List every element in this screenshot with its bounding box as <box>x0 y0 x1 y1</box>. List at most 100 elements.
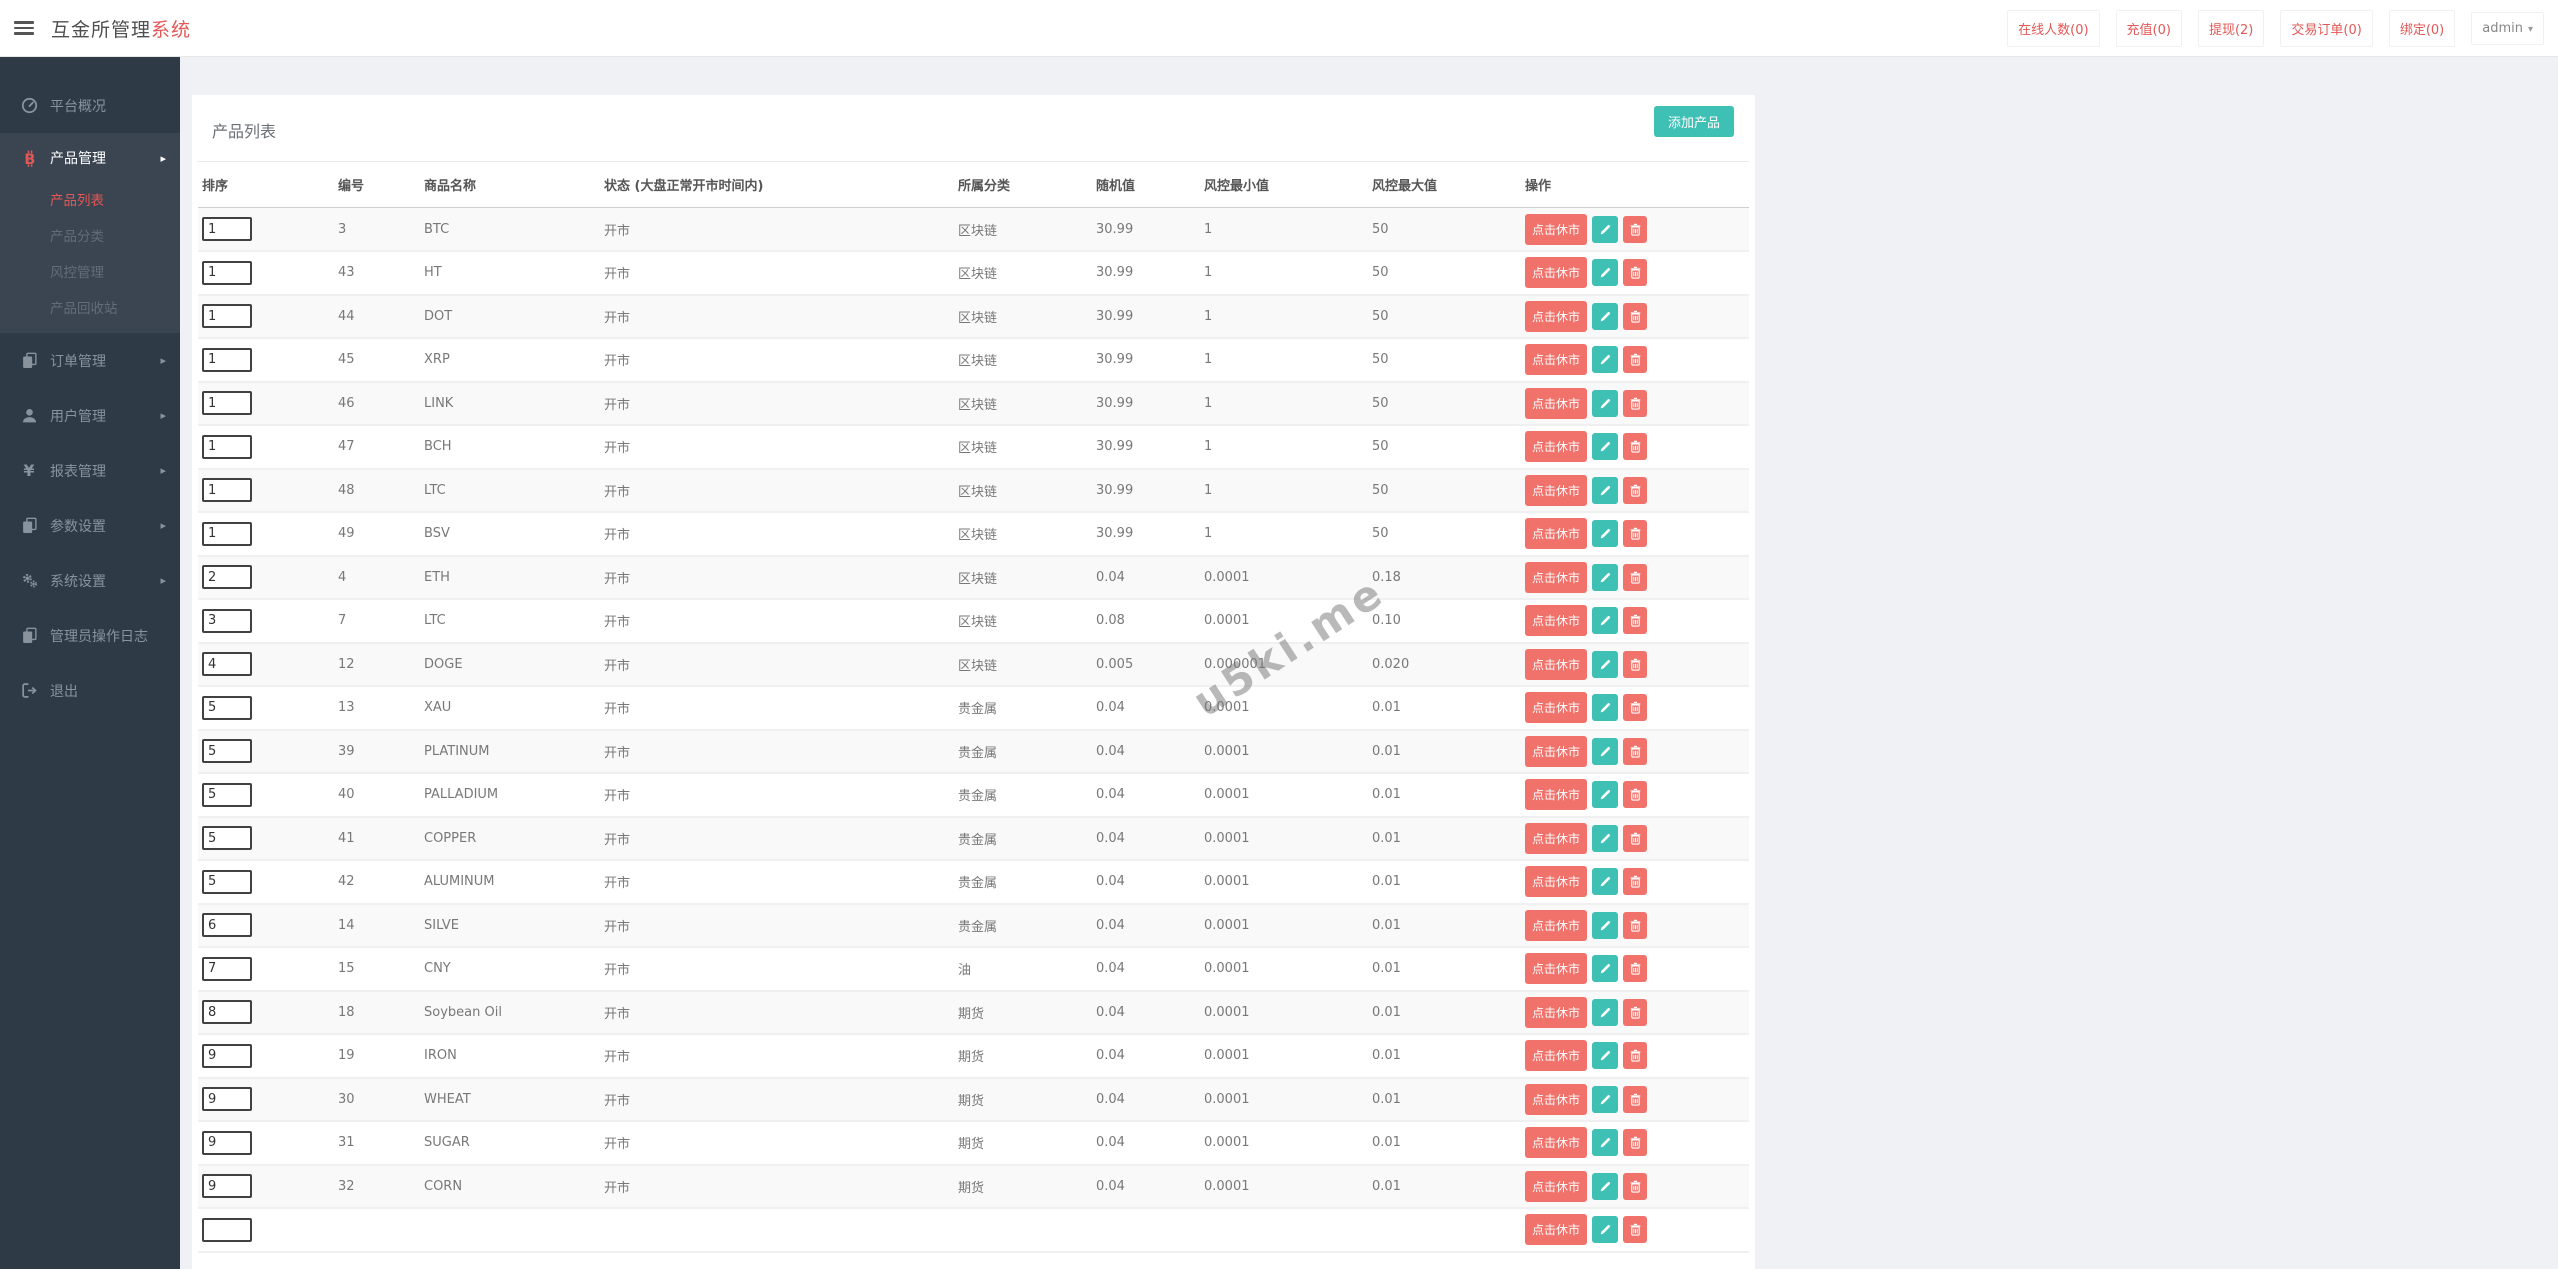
sidebar-item-admin-log[interactable]: 管理员操作日志 <box>0 608 180 663</box>
sidebar-item-parameters[interactable]: 参数设置 ▸ <box>0 498 180 553</box>
edit-button[interactable] <box>1592 302 1619 330</box>
suspend-button[interactable]: 点击休市 <box>1525 1083 1588 1115</box>
delete-button[interactable] <box>1623 520 1648 548</box>
delete-button[interactable] <box>1623 563 1648 591</box>
edit-button[interactable] <box>1592 694 1619 722</box>
sort-input[interactable] <box>202 913 252 938</box>
delete-button[interactable] <box>1623 476 1648 504</box>
sidebar-item-product-list[interactable]: 产品列表 <box>0 183 180 219</box>
suspend-button[interactable]: 点击休市 <box>1525 1127 1588 1159</box>
suspend-button[interactable]: 点击休市 <box>1525 692 1588 724</box>
suspend-button[interactable]: 点击休市 <box>1525 1040 1588 1072</box>
sort-input[interactable] <box>202 869 252 894</box>
sidebar-item-orders[interactable]: 订单管理 ▸ <box>0 333 180 388</box>
bind-link[interactable]: 绑定(0) <box>2388 9 2456 47</box>
delete-button[interactable] <box>1623 911 1648 939</box>
online-users-link[interactable]: 在线人数(0) <box>2007 9 2100 47</box>
sort-input[interactable] <box>202 260 252 285</box>
sort-input[interactable] <box>202 478 252 503</box>
recharge-link[interactable]: 充值(0) <box>2115 9 2182 47</box>
suspend-button[interactable]: 点击休市 <box>1525 648 1588 680</box>
suspend-button[interactable]: 点击休市 <box>1525 300 1588 332</box>
trade-orders-link[interactable]: 交易订单(0) <box>2280 9 2373 47</box>
sort-input[interactable] <box>202 304 252 329</box>
sort-input[interactable] <box>202 347 252 372</box>
edit-button[interactable] <box>1592 1042 1619 1070</box>
edit-button[interactable] <box>1592 1085 1619 1113</box>
suspend-button[interactable]: 点击休市 <box>1525 213 1588 245</box>
delete-button[interactable] <box>1623 1172 1648 1200</box>
sort-input[interactable] <box>202 1217 252 1242</box>
delete-button[interactable] <box>1623 433 1648 461</box>
sort-input[interactable] <box>202 434 252 459</box>
suspend-button[interactable]: 点击休市 <box>1525 779 1588 811</box>
delete-button[interactable] <box>1623 824 1648 852</box>
edit-button[interactable] <box>1592 1172 1619 1200</box>
delete-button[interactable] <box>1623 694 1648 722</box>
edit-button[interactable] <box>1592 998 1619 1026</box>
sidebar-item-reports[interactable]: ¥ 报表管理 ▸ <box>0 443 180 498</box>
delete-button[interactable] <box>1623 737 1648 765</box>
edit-button[interactable] <box>1592 215 1619 243</box>
delete-button[interactable] <box>1623 389 1648 417</box>
sidebar-item-dashboard[interactable]: 平台概况 <box>0 78 180 133</box>
sort-input[interactable] <box>202 1174 252 1199</box>
sort-input[interactable] <box>202 391 252 416</box>
edit-button[interactable] <box>1592 781 1619 809</box>
edit-button[interactable] <box>1592 563 1619 591</box>
suspend-button[interactable]: 点击休市 <box>1525 735 1588 767</box>
edit-button[interactable] <box>1592 824 1619 852</box>
sort-input[interactable] <box>202 956 252 981</box>
sort-input[interactable] <box>202 1130 252 1155</box>
edit-button[interactable] <box>1592 259 1619 287</box>
sort-input[interactable] <box>202 217 252 241</box>
delete-button[interactable] <box>1623 302 1648 330</box>
delete-button[interactable] <box>1623 781 1648 809</box>
suspend-button[interactable]: 点击休市 <box>1525 387 1588 419</box>
delete-button[interactable] <box>1623 1129 1648 1157</box>
suspend-button[interactable]: 点击休市 <box>1525 1170 1588 1202</box>
edit-button[interactable] <box>1592 955 1619 983</box>
sort-input[interactable] <box>202 1000 252 1025</box>
sort-input[interactable] <box>202 652 252 677</box>
edit-button[interactable] <box>1592 737 1619 765</box>
withdraw-link[interactable]: 提现(2) <box>2197 9 2265 47</box>
menu-toggle-icon[interactable] <box>14 21 34 35</box>
suspend-button[interactable]: 点击休市 <box>1525 344 1588 376</box>
suspend-button[interactable]: 点击休市 <box>1525 996 1588 1028</box>
sort-input[interactable] <box>202 521 252 546</box>
suspend-button[interactable]: 点击休市 <box>1525 953 1588 985</box>
sort-input[interactable] <box>202 565 252 590</box>
delete-button[interactable] <box>1623 650 1648 678</box>
delete-button[interactable] <box>1623 607 1648 635</box>
sort-input[interactable] <box>202 739 252 764</box>
delete-button[interactable] <box>1623 215 1648 243</box>
delete-button[interactable] <box>1623 955 1648 983</box>
edit-button[interactable] <box>1592 433 1619 461</box>
add-product-button[interactable]: 添加产品 <box>1653 106 1734 137</box>
sidebar-item-product-recycle[interactable]: 产品回收站 <box>0 291 180 327</box>
suspend-button[interactable]: 点击休市 <box>1525 605 1588 637</box>
suspend-button[interactable]: 点击休市 <box>1525 474 1588 506</box>
sort-input[interactable] <box>202 1087 252 1112</box>
edit-button[interactable] <box>1592 1216 1619 1244</box>
suspend-button[interactable]: 点击休市 <box>1525 561 1588 593</box>
sidebar-item-logout[interactable]: 退出 <box>0 663 180 718</box>
edit-button[interactable] <box>1592 1129 1619 1157</box>
delete-button[interactable] <box>1623 998 1648 1026</box>
admin-menu[interactable]: admin ▾ <box>2471 11 2544 45</box>
suspend-button[interactable]: 点击休市 <box>1525 866 1588 898</box>
edit-button[interactable] <box>1592 607 1619 635</box>
suspend-button[interactable]: 点击休市 <box>1525 1214 1588 1246</box>
edit-button[interactable] <box>1592 346 1619 374</box>
suspend-button[interactable]: 点击休市 <box>1525 431 1588 463</box>
edit-button[interactable] <box>1592 389 1619 417</box>
sidebar-item-risk-management[interactable]: 风控管理 <box>0 255 180 291</box>
sort-input[interactable] <box>202 1043 252 1068</box>
delete-button[interactable] <box>1623 1085 1648 1113</box>
suspend-button[interactable]: 点击休市 <box>1525 909 1588 941</box>
edit-button[interactable] <box>1592 476 1619 504</box>
edit-button[interactable] <box>1592 650 1619 678</box>
delete-button[interactable] <box>1623 1216 1648 1244</box>
suspend-button[interactable]: 点击休市 <box>1525 518 1588 550</box>
